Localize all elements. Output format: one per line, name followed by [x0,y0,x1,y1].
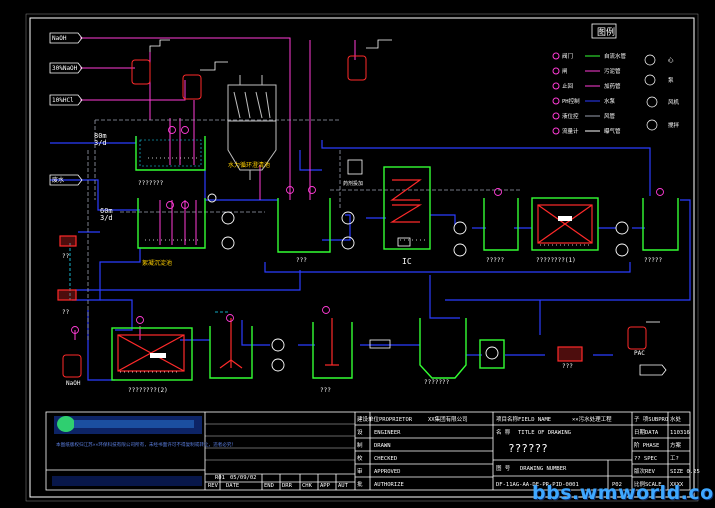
label-left-pump2: ?? [62,309,70,316]
sheet-info-value: 方案 [670,441,682,449]
legend-line-label: 自流水管 [604,52,627,60]
project-value: ××污水处理工程 [572,415,612,423]
legend-line-label: 污泥管 [604,67,621,75]
num-label-cn: 图 号 [496,464,511,472]
legend-line-label: 曝气管 [604,127,621,135]
legend-symbol-icon [552,82,560,90]
legend-right-1: 泵 [668,77,674,84]
label-clarifier: 水力循环澄清池 [228,161,270,169]
project-label: 项目名称FIELD NAME [496,415,551,423]
sheet-info-label: 子 项SUBPRO [634,416,668,423]
rev-col-header: END [264,483,274,489]
rev-col-header: REV [208,483,219,489]
label-ic: IC [402,257,412,266]
legend-symbol-label: PH控制 [562,97,580,105]
legend-symbol-label: 闸 [562,67,568,75]
legend-right-2: 风机 [668,98,680,106]
legend-symbol-icon [552,52,560,60]
watermark: bbs.wmworld.com [532,482,715,504]
label-feed1: NaOH [52,35,67,42]
sheet-info-label: 日期DATA [634,429,659,436]
drawing-number-label: DRAWING NUMBER [520,466,567,472]
label-tank-b: ????????(1) [536,257,576,264]
row2-cn: 制 [357,441,363,449]
ic-reactor [383,166,431,250]
legend-symbol-label: 流量计 [562,127,579,135]
rev-date: 05/09/02 [230,475,257,481]
legend-symbol-label: 止回 [562,82,574,90]
row5-cn: 批 [357,480,363,488]
proprietor-label: 建设单位PROPRIETOR [357,415,413,423]
rev-col-header: AUT [338,483,349,489]
legend-symbol-icon [552,67,560,75]
sheet-info-value: 110316 [670,430,690,436]
label-flow-top: 80m 3/d [94,132,107,147]
approved-label: APPROVED [374,469,401,475]
rev-value: R01 [215,475,225,481]
legend-symbol-icon [552,112,560,120]
tank-center [277,198,331,253]
legend: 图例 阀门 自流水管闸 污泥管止回 加药管PH控制 水泵液位控 风管流量计 曝气管 心 泵 … [552,23,680,135]
sheet-info-value: 水处 [670,415,682,423]
sheet-info-value: SIZE 0.25 [670,469,700,475]
label-tank-f: ??????? [424,379,450,386]
row1-cn: 设 [357,428,363,436]
label-motor: ??? [562,363,573,370]
checked-label: CHECKED [374,456,397,462]
drawing-title-label: TITLE OF DRAWING [518,430,571,436]
legend-right-3: 搅拌 [668,121,680,129]
row3-cn: 校 [357,454,363,462]
label-tank-d: ????????(2) [128,387,168,394]
rev-col-header: APP [320,483,331,489]
legend-right-0: 心 [668,57,674,64]
legend-title: 图例 [597,26,615,38]
sheet-info-value: 工? [670,455,679,462]
label-feed3: 10%HCl [52,97,74,104]
label-feed4: 废水 [52,176,64,184]
dosing-pipes [74,37,356,340]
label-flow-mid: 60m 3/d [100,207,113,222]
sheet-info-label: 阶 PHASE [634,441,659,449]
legend-line-label: 加药管 [604,82,621,90]
rev-col-header: CHK [302,483,313,489]
proprietor-value: XX集团有限公司 [428,415,468,423]
label-center: ??? [296,257,307,264]
label-pac: PAC [634,350,645,357]
label-left-pump1: ?? [62,253,70,260]
legend-symbol-label: 液位控 [562,112,579,120]
sheet-info-label: 版次REV [634,467,656,475]
company-note: 本图纸版权归江苏××环保科技有限公司所有，未经书面许可不得复制或转让，违者必究！ [56,441,236,448]
legend-line-label: 水泵 [604,97,616,105]
rev-col-header: DATE [226,483,239,489]
legend-symbol-icon [552,127,560,135]
label-tank-e: ??? [320,387,331,394]
engineer-label: ENGINEER [374,430,401,436]
label-tank-lower: 絮凝沉淀池 [142,259,172,267]
label-small-box: 药剂投加 [343,180,363,187]
sheet-info-label: ?? SPEC [634,456,657,462]
pid-drawing: NaOH 30%NaOH 10%HCl 废水 80m 3/d 60m 3/d 水力循… [25,13,700,502]
label-tank-upper: ??????? [138,180,164,187]
label-tank-a: ????? [486,257,504,264]
authorize-label: AUTHORIZE [374,482,404,488]
legend-symbol-icon [552,97,560,105]
legend-symbol-label: 阀门 [562,52,573,60]
legend-line-label: 风管 [604,112,616,120]
label-naoh-bottom: NaOH [66,380,81,387]
tanks [111,136,679,381]
drawn-label: DRAWN [374,443,391,449]
name-label: 名 称 [496,428,511,436]
label-tank-c: ????? [644,257,662,264]
air-pipes [87,119,520,340]
label-feed2: 30%NaOH [52,65,78,72]
row4-cn: 审 [357,467,363,475]
drawing-title: ?????? [508,442,548,455]
rev-col-header: DRR [282,483,293,489]
